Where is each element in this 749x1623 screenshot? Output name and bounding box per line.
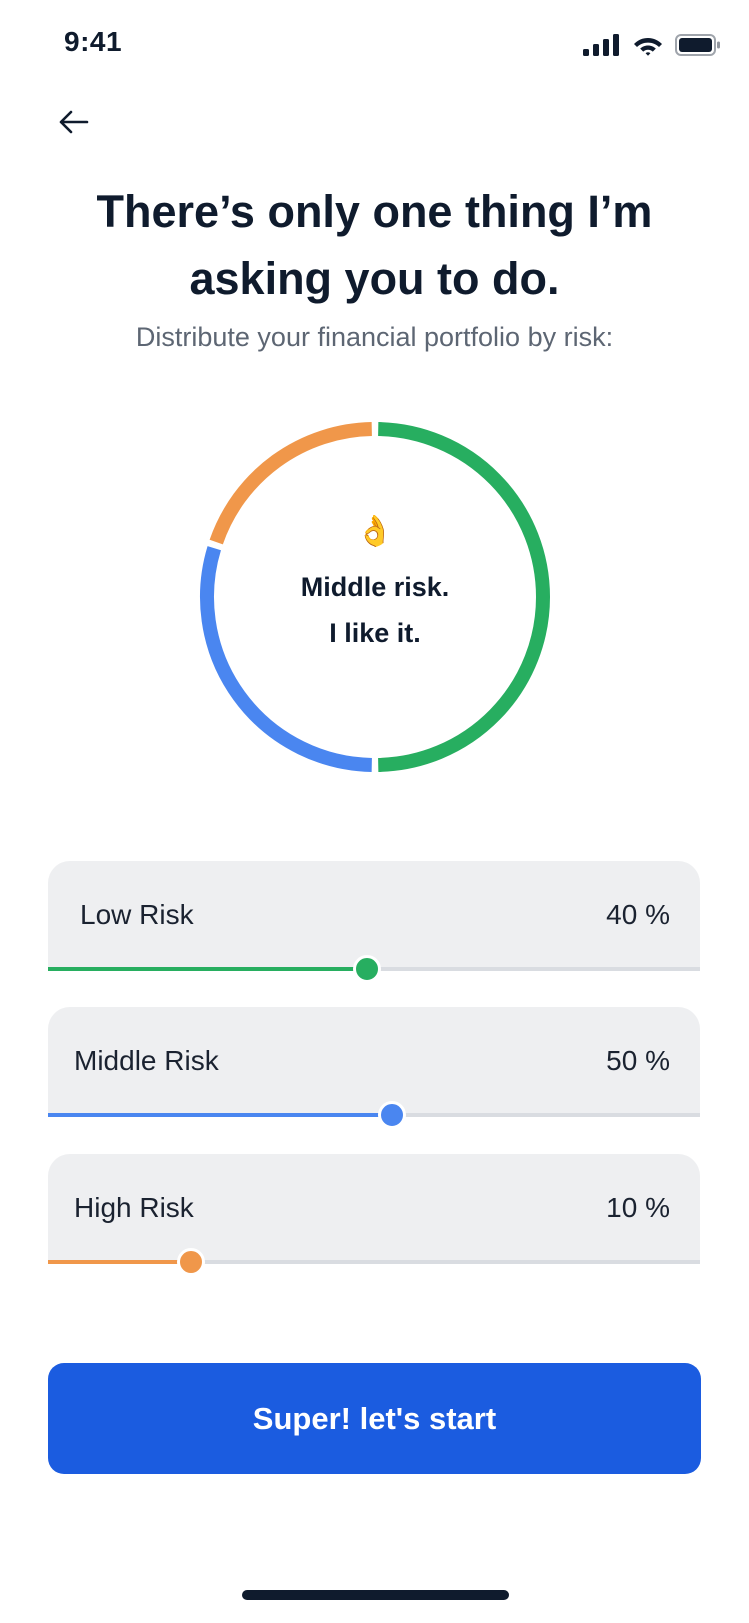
slider-label-high-risk: High Risk: [74, 1192, 194, 1223]
home-indicator: [242, 1590, 509, 1600]
status-icons: [583, 32, 721, 58]
ok-hand-emoji-icon: 👌: [356, 515, 394, 548]
slider-thumb-high-risk[interactable]: [177, 1248, 206, 1276]
slider-thumb-low-risk[interactable]: [353, 955, 382, 983]
slider-value-low-risk: 40 %: [606, 899, 670, 930]
slider-high-risk: High Risk 10 %: [48, 1154, 700, 1276]
arrow-left-icon: [59, 110, 89, 134]
ring-caption: Middle risk. I like it.: [192, 564, 558, 656]
slider-middle-risk: Middle Risk 50 %: [48, 1007, 700, 1129]
slider-fill-high-risk: [48, 1260, 192, 1264]
slider-track-low-risk[interactable]: [48, 955, 700, 983]
status-time: 9:41: [64, 26, 123, 57]
page-title-line2: asking you to do.: [189, 253, 560, 304]
ring-caption-line2: I like it.: [329, 618, 421, 648]
battery-icon: [675, 34, 720, 56]
ring-caption-line1: Middle risk.: [300, 572, 450, 602]
slider-value-middle-risk: 50 %: [606, 1045, 670, 1076]
start-button[interactable]: Super! let's start: [48, 1363, 701, 1474]
slider-fill-middle-risk: [48, 1113, 392, 1117]
wifi-icon: [634, 38, 662, 56]
slider-value-high-risk: 10 %: [606, 1192, 670, 1223]
back-button[interactable]: [52, 100, 96, 144]
page-title: There’s only one thing I’m asking you to…: [40, 178, 709, 312]
slider-thumb-middle-risk[interactable]: [377, 1101, 406, 1129]
slider-label-middle-risk: Middle Risk: [74, 1045, 219, 1076]
cellular-signal-icon: [583, 34, 619, 56]
slider-fill-low-risk: [48, 967, 368, 971]
slider-track-high-risk[interactable]: [48, 1248, 700, 1276]
page-title-line1: There’s only one thing I’m: [96, 186, 653, 237]
status-bar: 9:41: [0, 0, 749, 90]
slider-track-middle-risk[interactable]: [48, 1101, 700, 1129]
slider-low-risk: Low Risk 40 %: [48, 861, 700, 983]
page-subtitle: Distribute your financial portfolio by r…: [135, 322, 614, 352]
risk-donut-chart: 👌 Middle risk. I like it.: [192, 414, 558, 780]
slider-label-low-risk: Low Risk: [80, 899, 194, 930]
